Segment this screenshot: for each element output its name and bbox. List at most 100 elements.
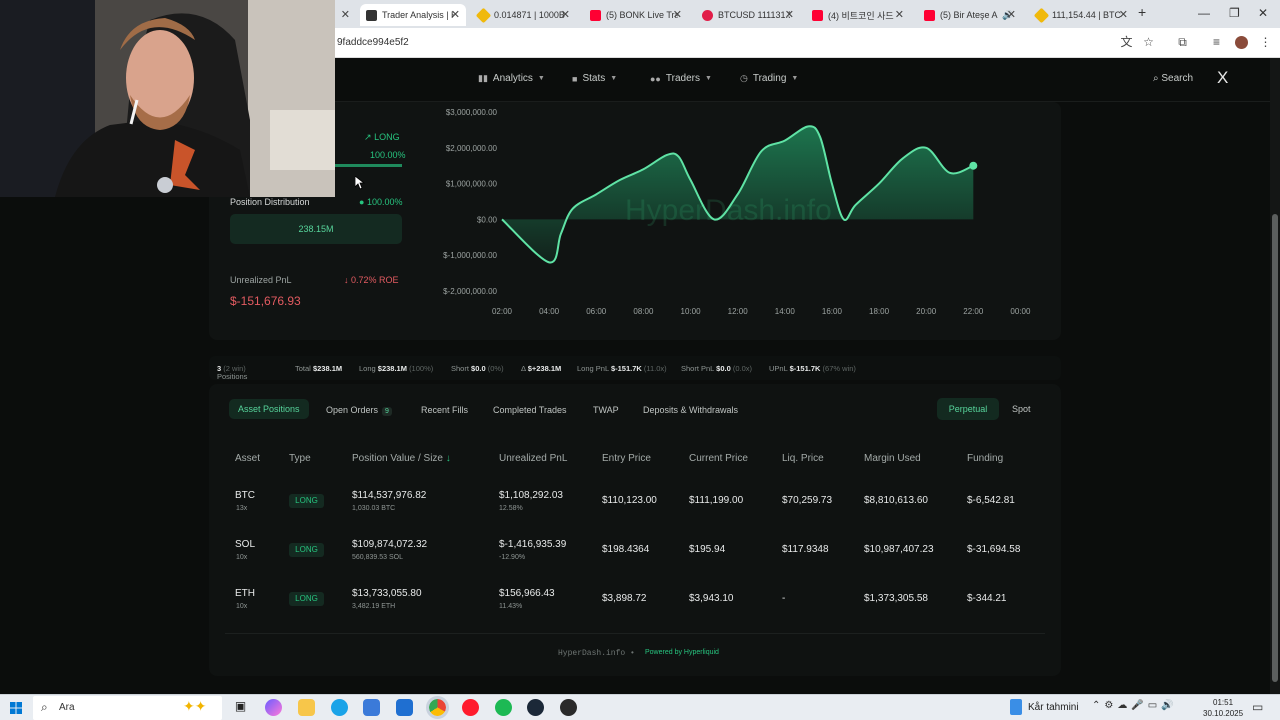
label: Long xyxy=(359,364,376,373)
system-tray-icons[interactable]: ⌃⚙☁🎤▭🔊 xyxy=(1092,700,1178,711)
media-control-icon[interactable]: ≡ xyxy=(1210,36,1223,49)
bookmark-star-icon[interactable]: ☆ xyxy=(1142,36,1155,49)
opera-icon[interactable] xyxy=(462,699,479,716)
chrome-icon[interactable] xyxy=(426,696,449,719)
chevron-down-icon: ▼ xyxy=(610,75,618,82)
unrealized-pnl: $156,966.43 xyxy=(499,588,555,599)
tab-close-icon[interactable]: ✕ xyxy=(1119,8,1128,21)
value: $0.0 xyxy=(716,364,731,373)
tab-binance-2[interactable]: 111,154.44 | BTC ✕ xyxy=(1030,4,1134,26)
tab-asset-positions[interactable]: Asset Positions xyxy=(229,399,309,419)
tab-youtube-atese[interactable]: (5) Bir Ateşe A 🔊 ✕ xyxy=(918,4,1022,26)
mail-icon[interactable] xyxy=(396,699,413,716)
tab-close-icon[interactable]: ✕ xyxy=(561,8,570,21)
liq-price: $117.9348 xyxy=(782,544,829,555)
browser-menu-icon[interactable]: ⋮ xyxy=(1259,36,1272,49)
search-placeholder: Ara xyxy=(59,702,75,713)
current-price: $195.94 xyxy=(689,544,726,555)
col-type[interactable]: Type xyxy=(289,453,311,464)
tab-close-icon[interactable]: ✕ xyxy=(895,8,904,21)
steam-icon[interactable] xyxy=(527,699,544,716)
extensions-icon[interactable]: ⧉ xyxy=(1176,36,1189,49)
translate-icon[interactable]: 文 xyxy=(1120,36,1133,49)
y-tick-label: $-2,000,000.00 xyxy=(443,287,497,296)
tab-youtube-bonk[interactable]: (5) BONK Live Tra ✕ xyxy=(584,4,688,26)
position-size: 560,839.53 SOL xyxy=(352,554,403,561)
copilot-icon[interactable] xyxy=(265,699,282,716)
task-view-icon[interactable]: ▣ xyxy=(232,699,249,716)
search-button[interactable]: ⌕ Search xyxy=(1153,73,1193,84)
profile-avatar[interactable] xyxy=(1235,36,1248,49)
page-scrollbar-thumb[interactable] xyxy=(1272,214,1278,682)
sort-arrow-down-icon: ↓ xyxy=(445,453,451,464)
x-tick-label: 14:00 xyxy=(775,307,796,316)
x-logo-icon[interactable]: X xyxy=(1217,68,1228,88)
spot-toggle[interactable]: Spot xyxy=(1012,404,1031,414)
col-entry-price[interactable]: Entry Price xyxy=(602,453,651,464)
chevron-down-icon: ▼ xyxy=(537,75,545,82)
nav-traders[interactable]: ●● Traders ▼ xyxy=(650,73,712,84)
tab-title: (5) Bir Ateşe A xyxy=(940,10,998,20)
leverage: 10x xyxy=(236,603,248,610)
leverage: 13x xyxy=(236,505,248,512)
summary-delta: Δ $+238.1M xyxy=(521,364,561,373)
tab-close-icon[interactable]: ✕ xyxy=(673,8,682,21)
binance-icon xyxy=(475,7,492,23)
tab-binance-1[interactable]: 0.014871 | 1000B ✕ xyxy=(472,4,576,26)
col-position-value[interactable]: Position Value / Size ↓ xyxy=(352,453,451,464)
col-asset[interactable]: Asset xyxy=(235,453,260,464)
youtube-icon xyxy=(924,9,935,21)
search-label: Search xyxy=(1161,73,1194,84)
nav-trading[interactable]: ◷ Trading ▼ xyxy=(740,73,798,84)
new-tab-button[interactable]: + xyxy=(1138,4,1146,20)
tab-youtube-korean[interactable]: (4) 비트코인 사드 ✕ xyxy=(806,4,910,26)
current-price: $111,199.00 xyxy=(689,495,744,506)
tab-title: (4) 비트코인 사드 xyxy=(828,10,894,21)
entry-price: $110,123.00 xyxy=(602,495,657,506)
weather-text[interactable]: Kår tahmini xyxy=(1028,702,1079,713)
taskbar-search[interactable]: ⌕ Ara ✦✦ xyxy=(33,696,222,720)
type-badge: LONG xyxy=(289,543,324,557)
file-explorer-icon[interactable] xyxy=(298,699,315,716)
notification-icon[interactable]: ▭ xyxy=(1252,700,1263,714)
tab-btcusd[interactable]: BTCUSD 111131.5 ✕ xyxy=(696,4,800,26)
edge-icon[interactable] xyxy=(331,699,348,716)
store-icon[interactable] xyxy=(363,699,380,716)
summary-total: Total $238.1M xyxy=(295,364,342,373)
value: $-151.7K xyxy=(610,364,642,373)
perpetual-toggle[interactable]: Perpetual xyxy=(937,398,999,420)
minimize-button[interactable]: — xyxy=(1198,6,1210,20)
tab-twap[interactable]: TWAP xyxy=(593,405,619,415)
col-margin-used[interactable]: Margin Used xyxy=(864,453,921,464)
summary-strip: Positions 3 (2 win) Total $238.1M Long $… xyxy=(209,356,1061,381)
app-icon[interactable] xyxy=(560,699,577,716)
weather-icon xyxy=(1010,699,1022,715)
copilot-sparkle-icon: ✦✦ xyxy=(183,698,207,714)
spotify-icon[interactable] xyxy=(495,699,512,716)
tab-deposits-withdrawals[interactable]: Deposits & Withdrawals xyxy=(643,405,738,415)
tab-recent-fills[interactable]: Recent Fills xyxy=(421,405,468,415)
tab-close-icon[interactable]: ✕ xyxy=(1007,8,1016,21)
col-funding[interactable]: Funding xyxy=(967,453,1003,464)
position-distribution-label: Position Distribution xyxy=(230,197,310,207)
tab-close-prev[interactable]: ✕ xyxy=(336,4,354,26)
nav-stats[interactable]: ■ Stats ▼ xyxy=(572,73,617,84)
x-tick-label: 20:00 xyxy=(916,307,937,316)
window-close-button[interactable]: ✕ xyxy=(1258,6,1268,20)
footer-site[interactable]: HyperDash.info xyxy=(558,649,625,658)
windows-start-icon[interactable] xyxy=(10,702,22,714)
tab-close-icon[interactable]: ✕ xyxy=(451,8,460,21)
col-liq-price[interactable]: Liq. Price xyxy=(782,453,824,464)
col-current-price[interactable]: Current Price xyxy=(689,453,748,464)
col-unrealized-pnl[interactable]: Unrealized PnL xyxy=(499,453,567,464)
tab-completed-trades[interactable]: Completed Trades xyxy=(493,405,567,415)
nav-analytics[interactable]: ▮▮ Analytics ▼ xyxy=(478,73,545,84)
tab-open-orders[interactable]: Open Orders 9 xyxy=(326,405,392,416)
maximize-button[interactable]: ❐ xyxy=(1229,6,1240,20)
tab-trader-analysis[interactable]: Trader Analysis | H ✕ xyxy=(360,4,466,26)
taskbar-clock[interactable]: 01:51 30.10.2025 xyxy=(1203,697,1243,719)
footer-powered-by[interactable]: Powered by Hyperliquid xyxy=(645,649,719,656)
tab-close-icon[interactable]: ✕ xyxy=(785,8,794,21)
url-field[interactable]: 9faddce994e5f2 xyxy=(337,37,409,48)
tab-label: Open Orders xyxy=(326,405,379,415)
